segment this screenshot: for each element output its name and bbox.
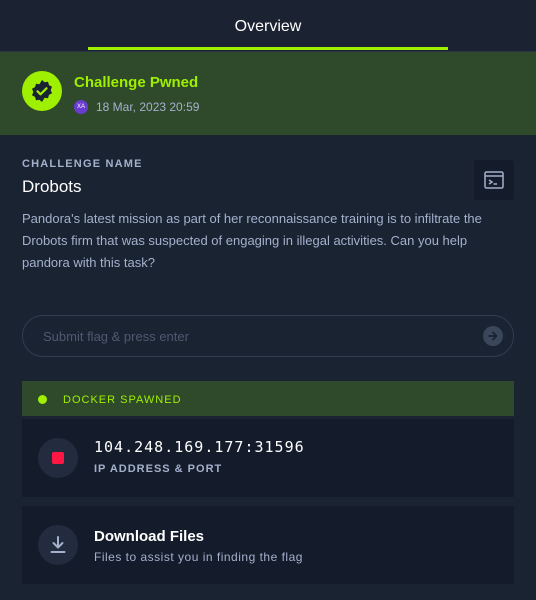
download-files-card[interactable]: Download Files Files to assist you in fi… [22,506,514,584]
challenge-description: Pandora's latest mission as part of her … [22,211,482,270]
docker-status-bar: DOCKER SPAWNED [22,381,514,416]
challenge-name: Drobots [22,177,82,196]
pwned-date: 18 Mar, 2023 20:59 [96,100,200,114]
terminal-icon [484,171,504,189]
instance-card: 104.248.169.177:31596 IP ADDRESS & PORT [22,419,514,497]
download-button[interactable] [38,525,78,565]
challenge-pwned-banner: Challenge Pwned XA 18 Mar, 2023 20:59 [0,52,536,135]
pwned-meta: XA 18 Mar, 2023 20:59 [74,100,199,114]
tab-bar: Overview [0,0,536,52]
terminal-button[interactable] [474,160,514,200]
verified-badge-icon [22,71,62,111]
tab-overview[interactable]: Overview [88,0,448,50]
stop-instance-button[interactable] [38,438,78,478]
status-dot-icon [38,395,47,404]
download-icon [50,536,66,553]
flag-input[interactable] [23,316,463,356]
pwned-title: Challenge Pwned [74,74,199,91]
arrow-right-icon [488,331,498,341]
stop-icon [52,452,64,464]
tab-active-indicator [88,47,448,50]
download-subtitle: Files to assist you in finding the flag [94,550,303,564]
download-title: Download Files [94,528,205,545]
docker-status-text: DOCKER SPAWNED [63,394,182,406]
avatar[interactable]: XA [74,100,88,114]
ip-address-label: IP ADDRESS & PORT [94,463,223,475]
flag-input-container [22,315,514,357]
submit-flag-button[interactable] [483,326,503,346]
ip-address[interactable]: 104.248.169.177:31596 [94,438,305,456]
challenge-name-label: CHALLENGE NAME [22,158,143,170]
